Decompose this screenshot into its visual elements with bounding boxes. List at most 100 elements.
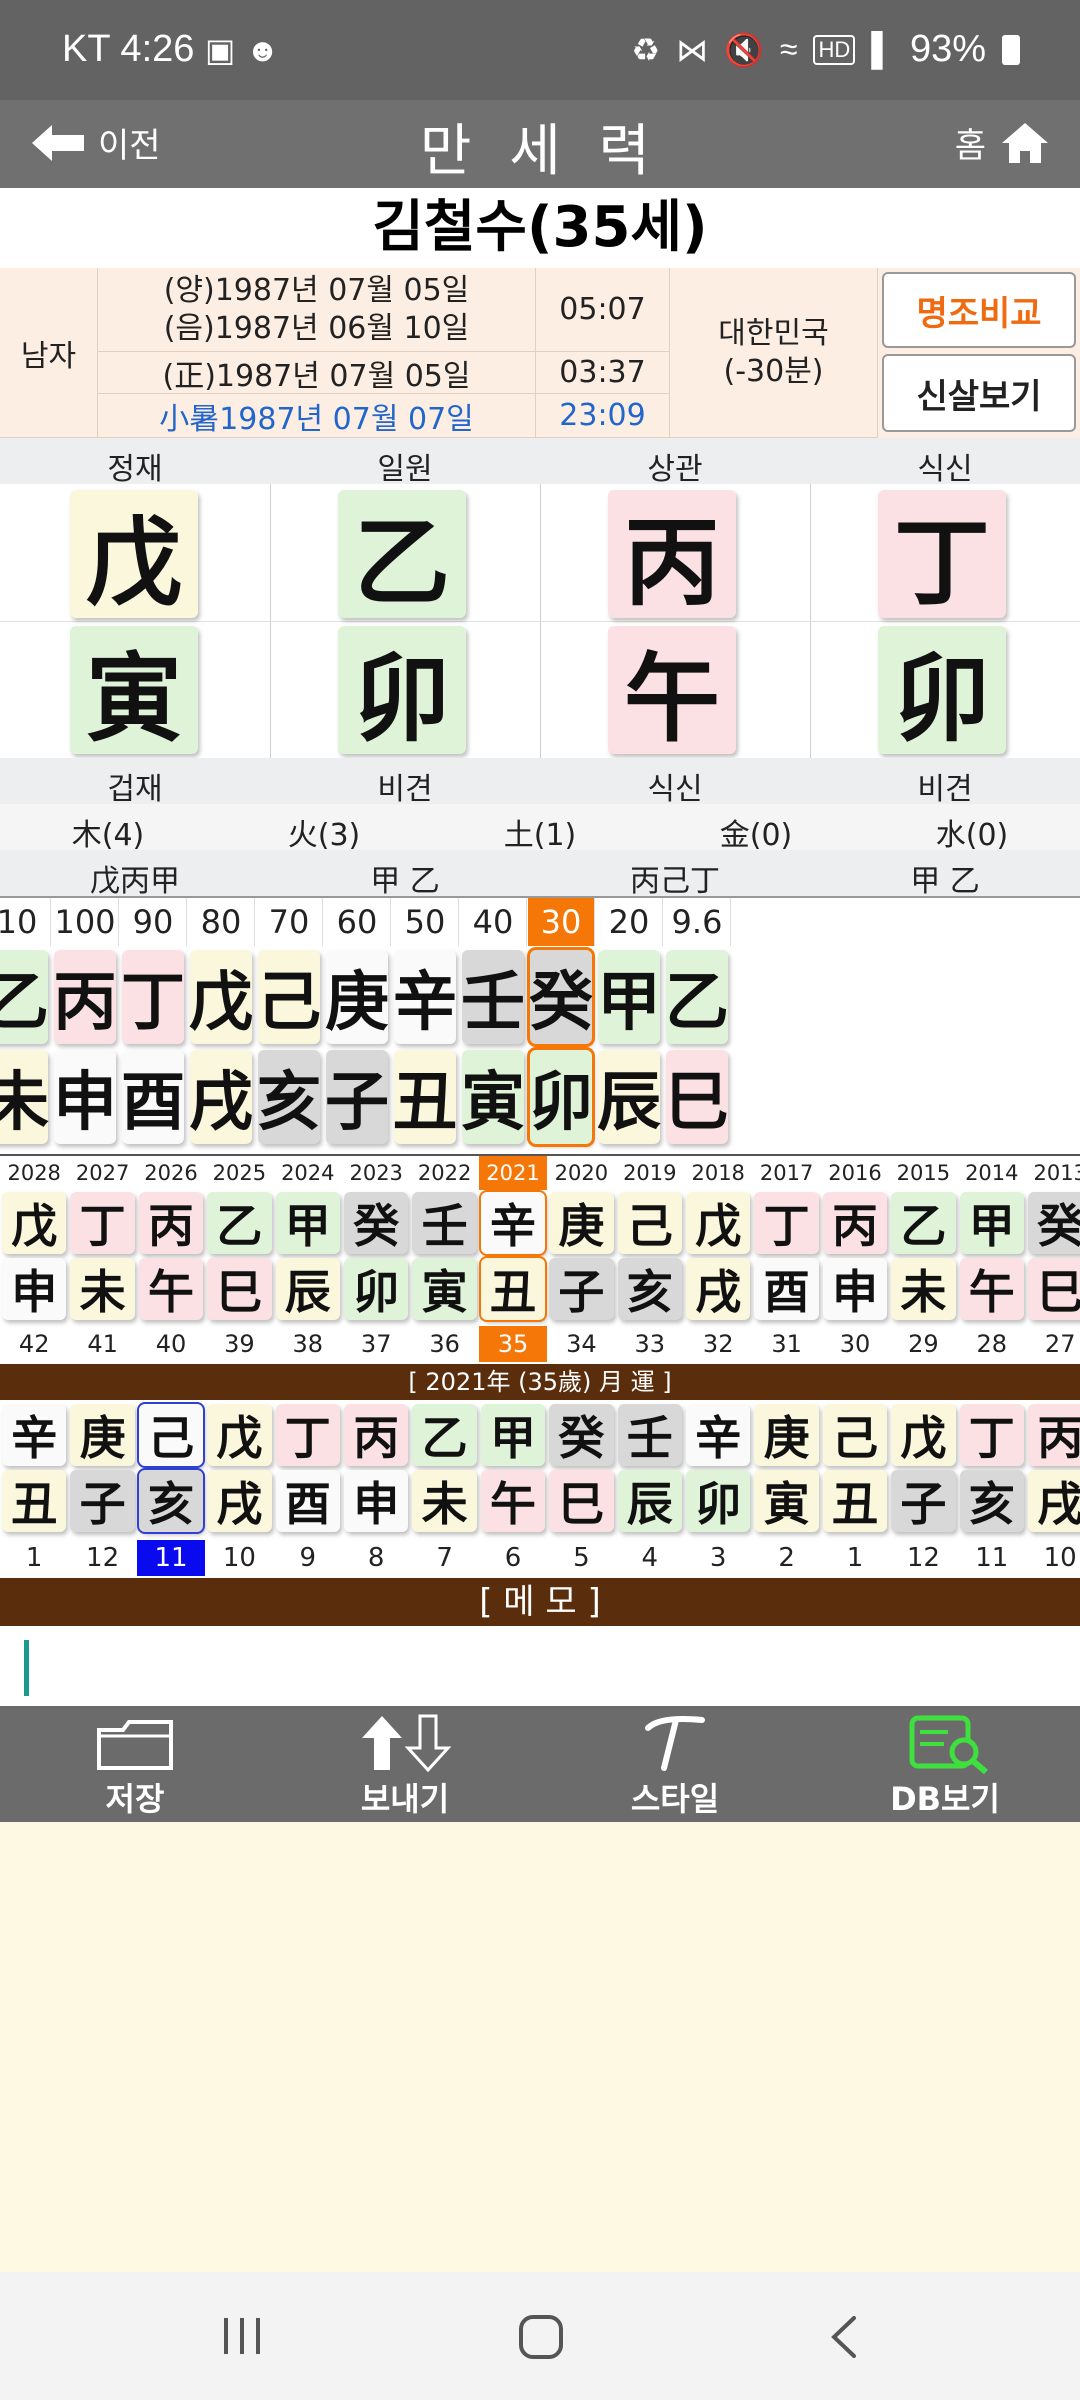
back-nav-icon[interactable] [826, 2314, 862, 2360]
month-branch-tile[interactable]: 卯 [686, 1470, 751, 1532]
month-number[interactable]: 5 [547, 1540, 615, 1576]
month-number[interactable]: 12 [889, 1540, 957, 1576]
year-label[interactable]: 2024 [274, 1156, 342, 1190]
year-stem-tile[interactable]: 癸 [344, 1192, 409, 1254]
year-stem-tile[interactable]: 戊 [70, 490, 198, 619]
year-age[interactable]: 37 [342, 1326, 410, 1362]
year-label[interactable]: 2019 [616, 1156, 684, 1190]
daeun-age[interactable]: 90 [120, 898, 187, 946]
month-number[interactable]: 1 [0, 1540, 68, 1576]
month-stem-tile[interactable]: 丙 [344, 1404, 409, 1466]
month-stem-tile[interactable]: 乙 [412, 1404, 477, 1466]
month-number[interactable]: 12 [68, 1540, 136, 1576]
month-number[interactable]: 4 [616, 1540, 684, 1576]
year-stem-tile[interactable]: 戊 [2, 1192, 67, 1254]
year-label[interactable]: 2013 [1026, 1156, 1080, 1190]
year-age[interactable]: 38 [274, 1326, 342, 1362]
daeun-stem-tile[interactable]: 戊 [189, 950, 253, 1044]
year-stem-tile[interactable]: 甲 [959, 1192, 1024, 1254]
year-age[interactable]: 41 [68, 1326, 136, 1362]
year-label[interactable]: 2018 [684, 1156, 752, 1190]
month-stem-tile[interactable]: 壬 [617, 1404, 682, 1466]
day-stem-tile[interactable]: 乙 [338, 490, 466, 619]
year-stem-tile[interactable]: 丁 [754, 1192, 819, 1254]
year-label[interactable]: 2026 [137, 1156, 205, 1190]
db-view-button[interactable]: DB보기 [810, 1706, 1080, 1822]
home-button[interactable]: 홈 [955, 118, 1050, 167]
daeun-age[interactable]: 40 [460, 898, 527, 946]
daeun-age[interactable]: 60 [324, 898, 391, 946]
year-label[interactable]: 2028 [0, 1156, 68, 1190]
daeun-age[interactable]: 10 [0, 898, 51, 946]
daeun-age[interactable]: 20 [596, 898, 663, 946]
daeun-branch-tile[interactable]: 酉 [121, 1050, 185, 1144]
year-age[interactable]: 34 [547, 1326, 615, 1362]
year-stem-tile[interactable]: 庚 [549, 1192, 614, 1254]
month-branch-tile[interactable]: 戌 [1028, 1470, 1080, 1532]
daeun-age[interactable]: 9.6 [664, 898, 731, 946]
month-branch-tile[interactable]: 亥 [136, 1468, 206, 1534]
year-label[interactable]: 2017 [752, 1156, 820, 1190]
daeun-branch-tile[interactable]: 卯 [527, 1047, 595, 1147]
year-stem-tile[interactable]: 丁 [70, 1192, 135, 1254]
daeun-branch-tile[interactable]: 巳 [665, 1050, 729, 1144]
year-label[interactable]: 2023 [342, 1156, 410, 1190]
month-number[interactable]: 7 [410, 1540, 478, 1576]
month-branch-tile[interactable]: 子 [70, 1470, 135, 1532]
month-stem-tile[interactable]: 庚 [70, 1404, 135, 1466]
year-age[interactable]: 39 [205, 1326, 273, 1362]
month-stem-tile[interactable]: 戊 [891, 1404, 956, 1466]
year-age[interactable]: 30 [821, 1326, 889, 1362]
year-branch-tile[interactable]: 巳 [1028, 1258, 1080, 1320]
year-label[interactable]: 2027 [68, 1156, 136, 1190]
month-branch-tile[interactable]: 酉 [275, 1470, 340, 1532]
month-branch-tile[interactable]: 亥 [959, 1470, 1024, 1532]
memo-input[interactable] [0, 1626, 1080, 1706]
year-branch-tile[interactable]: 卯 [344, 1258, 409, 1320]
daeun-branch-tile[interactable]: 未 [0, 1050, 49, 1144]
daeun-stem-tile[interactable]: 壬 [461, 950, 525, 1044]
daeun-branch-tile[interactable]: 戌 [189, 1050, 253, 1144]
year-label[interactable]: 2014 [958, 1156, 1026, 1190]
month-branch-tile[interactable]: 丑 [2, 1470, 67, 1532]
daeun-stem-tile[interactable]: 己 [257, 950, 321, 1044]
year-label[interactable]: 2021 [478, 1156, 548, 1190]
recents-icon[interactable] [220, 2316, 264, 2356]
year-stem-tile[interactable]: 丙 [138, 1192, 204, 1254]
year-branch-tile[interactable]: 戌 [686, 1258, 751, 1320]
year-age[interactable]: 36 [410, 1326, 478, 1362]
daeun-age[interactable]: 100 [52, 898, 119, 946]
year-branch-tile[interactable]: 子 [549, 1258, 614, 1320]
daeun-stem-tile[interactable]: 甲 [597, 950, 661, 1044]
month-number[interactable]: 10 [1026, 1540, 1080, 1576]
daeun-branch-tile[interactable]: 丑 [393, 1050, 457, 1144]
month-branch-tile[interactable]: 巳 [549, 1470, 614, 1532]
month-number[interactable]: 6 [479, 1540, 547, 1576]
year-age[interactable]: 29 [889, 1326, 957, 1362]
month-number[interactable]: 1 [821, 1540, 889, 1576]
save-button[interactable]: 저장 [0, 1706, 270, 1822]
year-age[interactable]: 27 [1026, 1326, 1080, 1362]
month-branch-tile[interactable]: 申 [344, 1470, 409, 1532]
style-button[interactable]: 스타일 [540, 1706, 810, 1822]
day-branch-tile[interactable]: 卯 [338, 626, 466, 755]
year-stem-tile[interactable]: 己 [617, 1192, 682, 1254]
year-age[interactable]: 31 [752, 1326, 820, 1362]
month-number[interactable]: 11 [136, 1540, 206, 1576]
year-branch-tile[interactable]: 寅 [412, 1258, 477, 1320]
home-nav-icon[interactable] [518, 2314, 564, 2360]
month-branch-tile[interactable]: 子 [891, 1470, 956, 1532]
month-branch-tile[interactable]: 寅 [754, 1470, 819, 1532]
daeun-stem-tile[interactable]: 庚 [325, 950, 389, 1044]
year-branch-tile[interactable]: 亥 [617, 1258, 682, 1320]
year-age[interactable]: 33 [616, 1326, 684, 1362]
month-stem-tile[interactable]: 丁 [959, 1404, 1024, 1466]
month-stem-tile[interactable]: 丙 [608, 490, 736, 619]
year-age[interactable]: 35 [478, 1326, 548, 1362]
year-stem-tile[interactable]: 癸 [1028, 1192, 1080, 1254]
daeun-stem-tile[interactable]: 丁 [121, 950, 185, 1044]
month-stem-tile[interactable]: 辛 [686, 1404, 751, 1466]
send-button[interactable]: 보내기 [270, 1706, 540, 1822]
month-stem-tile[interactable]: 丁 [275, 1404, 340, 1466]
daeun-stem-tile[interactable]: 癸 [527, 947, 595, 1047]
